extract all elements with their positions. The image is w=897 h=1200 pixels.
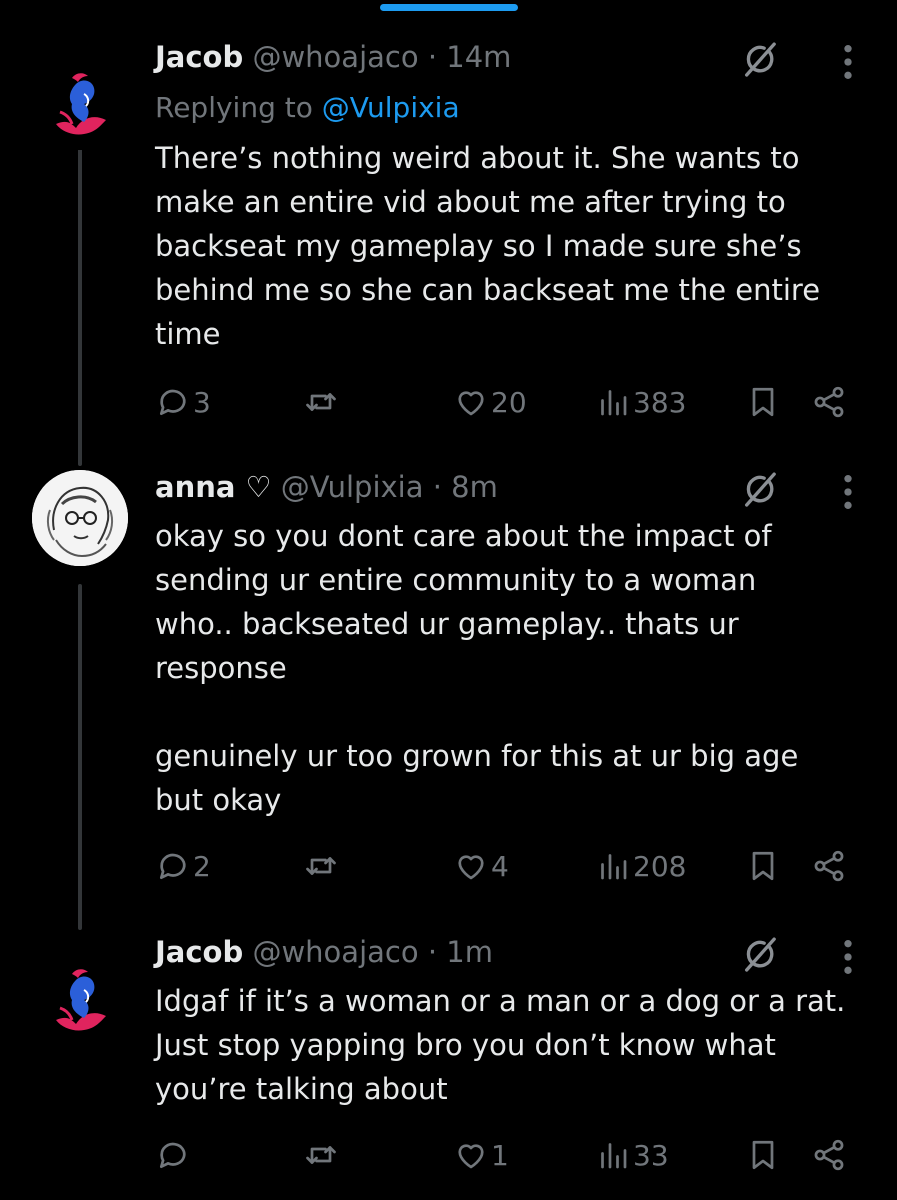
views-icon (595, 848, 631, 884)
replying-label: Replying to (155, 91, 313, 124)
reply-icon (155, 1137, 191, 1173)
tweet-text: Idgaf if it’s a woman or a man or a dog … (155, 984, 846, 1106)
action-bar: 3 20 383 (155, 380, 855, 424)
username[interactable]: @whoajaco (252, 40, 418, 74)
avatar[interactable] (32, 54, 128, 150)
tweet[interactable]: anna ♡ @Vulpixia · 8m okay so you dont c… (155, 470, 865, 890)
grok-icon[interactable] (740, 40, 780, 80)
tweet-header: anna ♡ @Vulpixia · 8m (155, 470, 498, 504)
username[interactable]: @Vulpixia (281, 470, 424, 504)
tweet-header: Jacob @whoajaco · 1m (155, 935, 493, 969)
separator: · (432, 470, 442, 504)
tweet-text: There’s nothing weird about it. She want… (155, 141, 821, 351)
timestamp[interactable]: 14m (446, 40, 511, 74)
share-button[interactable] (811, 1133, 847, 1177)
display-name[interactable]: Jacob (155, 935, 243, 969)
timestamp[interactable]: 8m (451, 470, 498, 504)
thread-connector (78, 584, 82, 930)
avatar-sketch (32, 470, 128, 566)
reply-button[interactable] (155, 1133, 193, 1177)
share-button[interactable] (811, 380, 847, 424)
like-button[interactable]: 20 (453, 380, 527, 424)
more-icon[interactable] (842, 937, 854, 977)
action-bar: 1 33 (155, 1133, 855, 1177)
heart-icon (453, 384, 489, 420)
retweet-icon (303, 1137, 339, 1173)
avatar[interactable] (32, 470, 128, 566)
views-icon (595, 384, 631, 420)
views-icon (595, 1137, 631, 1173)
bookmark-button[interactable] (745, 844, 781, 888)
retweet-button[interactable] (303, 380, 339, 424)
replying-to: Replying to @Vulpixia (155, 91, 460, 125)
like-button[interactable]: 1 (453, 1133, 509, 1177)
tweet[interactable]: Jacob @whoajaco · 14m Replying to @Vulpi… (155, 40, 865, 420)
views-button[interactable]: 208 (595, 844, 686, 888)
bookmark-icon (745, 384, 781, 420)
mention-link[interactable]: @Vulpixia (322, 91, 460, 124)
bookmark-button[interactable] (745, 380, 781, 424)
tweet[interactable]: Jacob @whoajaco · 1m Idgaf if it’s a wom… (155, 935, 865, 1185)
more-icon[interactable] (842, 42, 854, 82)
views-count: 208 (633, 849, 687, 883)
like-count: 1 (491, 1138, 509, 1172)
reply-button[interactable]: 3 (155, 380, 211, 424)
avatar[interactable] (32, 950, 128, 1046)
timestamp[interactable]: 1m (446, 935, 493, 969)
reply-icon (155, 848, 191, 884)
bookmark-button[interactable] (745, 1133, 781, 1177)
retweet-icon (303, 384, 339, 420)
like-count: 4 (491, 849, 509, 883)
reply-icon (155, 384, 191, 420)
sheet-handle[interactable] (380, 4, 518, 11)
bookmark-icon (745, 848, 781, 884)
reply-count: 2 (193, 849, 211, 883)
heart-icon (453, 1137, 489, 1173)
tweet-text: okay so you dont care about the impact o… (155, 519, 799, 817)
username[interactable]: @whoajaco (252, 935, 418, 969)
views-button[interactable]: 383 (595, 380, 686, 424)
views-count: 383 (633, 385, 687, 419)
retweet-icon (303, 848, 339, 884)
share-button[interactable] (811, 844, 847, 888)
separator: · (427, 40, 438, 74)
reply-count: 3 (193, 385, 211, 419)
heart-icon (453, 848, 489, 884)
retweet-button[interactable] (303, 1133, 339, 1177)
share-icon (811, 384, 847, 420)
action-bar: 2 4 208 (155, 844, 855, 888)
like-count: 20 (491, 385, 527, 419)
tweet-header: Jacob @whoajaco · 14m (155, 40, 511, 74)
bookmark-icon (745, 1137, 781, 1173)
retweet-button[interactable] (303, 844, 339, 888)
display-name[interactable]: anna ♡ (155, 470, 272, 504)
separator: · (427, 935, 438, 969)
views-count: 33 (633, 1138, 669, 1172)
like-button[interactable]: 4 (453, 844, 509, 888)
share-icon (811, 848, 847, 884)
reply-button[interactable]: 2 (155, 844, 211, 888)
share-icon (811, 1137, 847, 1173)
thread-connector (78, 148, 82, 466)
grok-icon[interactable] (740, 470, 780, 510)
more-icon[interactable] (842, 472, 854, 512)
display-name[interactable]: Jacob (155, 40, 243, 74)
views-button[interactable]: 33 (595, 1133, 669, 1177)
grok-icon[interactable] (740, 935, 780, 975)
